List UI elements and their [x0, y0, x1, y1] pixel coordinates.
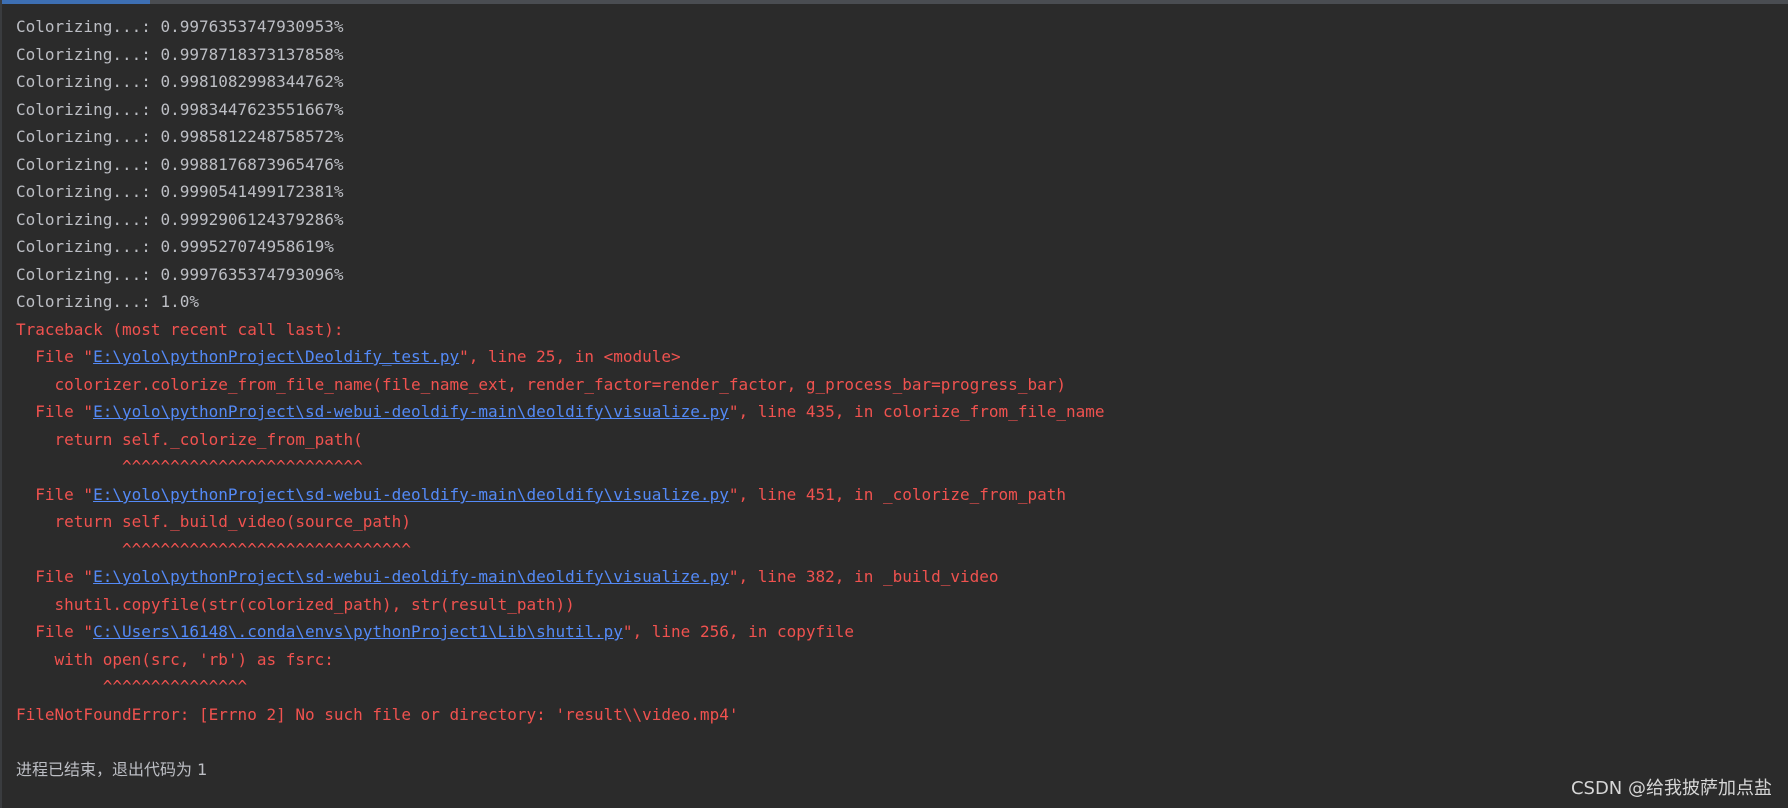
console-left-edge [0, 0, 2, 808]
file-path-link[interactable]: E:\yolo\pythonProject\sd-webui-deoldify-… [93, 567, 729, 586]
console-top-border [0, 0, 1788, 4]
traceback-code-line: shutil.copyfile(str(colorized_path), str… [16, 595, 575, 614]
traceback-frame-line: File "E:\yolo\pythonProject\Deoldify_tes… [16, 343, 681, 371]
output-line: Colorizing...: 0.9992906124379286% [16, 210, 344, 229]
output-line: Colorizing...: 1.0% [16, 292, 200, 311]
traceback-marker-line: ^^^^^^^^^^^^^^^^^^^^^^^^^ [16, 457, 363, 476]
process-exit-message: 进程已结束，退出代码为 1 [16, 760, 208, 779]
traceback-code-line: colorizer.colorize_from_file_name(file_n… [16, 375, 1066, 394]
file-path-link[interactable]: C:\Users\16148\.conda\envs\pythonProject… [93, 622, 623, 641]
frame-prefix: File " [16, 485, 94, 504]
file-path-link[interactable]: E:\yolo\pythonProject\sd-webui-deoldify-… [93, 402, 729, 421]
file-path-link[interactable]: E:\yolo\pythonProject\sd-webui-deoldify-… [93, 485, 729, 504]
output-line: Colorizing...: 0.9990541499172381% [16, 182, 344, 201]
output-line: Colorizing...: 0.9976353747930953% [16, 17, 344, 36]
output-line: Colorizing...: 0.9983447623551667% [16, 100, 344, 119]
frame-suffix: ", line 435, in colorize_from_file_name [728, 402, 1105, 421]
traceback-frame-line: File "E:\yolo\pythonProject\sd-webui-deo… [16, 563, 999, 591]
traceback-marker-line: ^^^^^^^^^^^^^^^ [16, 677, 248, 696]
console-progress-indicator [0, 0, 150, 4]
error-message: FileNotFoundError: [Errno 2] No such fil… [16, 705, 739, 724]
traceback-frame-line: File "E:\yolo\pythonProject\sd-webui-deo… [16, 481, 1066, 509]
output-line: Colorizing...: 0.9985812248758572% [16, 127, 344, 146]
traceback-marker-line: ^^^^^^^^^^^^^^^^^^^^^^^^^^^^^^ [16, 540, 411, 559]
frame-suffix: ", line 25, in <module> [459, 347, 681, 366]
frame-prefix: File " [16, 622, 94, 641]
traceback-header: Traceback (most recent call last): [16, 320, 344, 339]
output-line: Colorizing...: 0.9981082998344762% [16, 72, 344, 91]
file-path-link[interactable]: E:\yolo\pythonProject\Deoldify_test.py [93, 347, 459, 366]
frame-prefix: File " [16, 402, 94, 421]
output-line: Colorizing...: 0.999527074958619% [16, 237, 334, 256]
frame-prefix: File " [16, 347, 94, 366]
traceback-frame-line: File "C:\Users\16148\.conda\envs\pythonP… [16, 618, 854, 646]
frame-suffix: ", line 451, in _colorize_from_path [728, 485, 1066, 504]
traceback-code-line: return self._colorize_from_path( [16, 430, 363, 449]
output-line: Colorizing...: 0.9997635374793096% [16, 265, 344, 284]
frame-suffix: ", line 256, in copyfile [622, 622, 855, 641]
csdn-watermark: CSDN @给我披萨加点盐 [1570, 778, 1772, 799]
frame-prefix: File " [16, 567, 94, 586]
run-console: Colorizing...: 0.9976353747930953% Color… [0, 0, 1788, 808]
output-line: Colorizing...: 0.9988176873965476% [16, 155, 344, 174]
traceback-code-line: with open(src, 'rb') as fsrc: [16, 650, 334, 669]
frame-suffix: ", line 382, in _build_video [728, 567, 999, 586]
traceback-code-line: return self._build_video(source_path) [16, 512, 411, 531]
output-line: Colorizing...: 0.9978718373137858% [16, 45, 344, 64]
traceback-frame-line: File "E:\yolo\pythonProject\sd-webui-deo… [16, 398, 1105, 426]
